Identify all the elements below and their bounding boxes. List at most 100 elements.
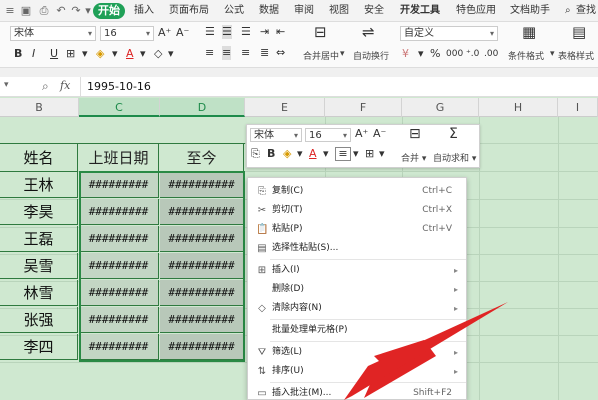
column-header-h[interactable]: H — [479, 98, 558, 117]
justify-icon[interactable]: ≣ — [260, 46, 269, 60]
shrink-font-icon[interactable]: A⁻ — [176, 26, 189, 40]
decrease-decimal-icon[interactable]: .00 — [484, 47, 498, 61]
font-color-dropdown-icon[interactable]: ▾ — [140, 47, 146, 61]
border-dropdown-icon[interactable]: ▾ — [82, 47, 88, 61]
menu-item-delete[interactable]: 删除(D) ▸ — [248, 280, 466, 299]
merge-dropdown-icon[interactable]: ▾ — [340, 49, 345, 59]
column-header-e[interactable]: E — [245, 98, 325, 117]
tab-page-layout[interactable]: 页面布局 — [169, 4, 209, 18]
date-cell[interactable]: ######### — [79, 280, 159, 306]
align-center-icon[interactable]: ≡ — [222, 46, 232, 60]
mini-shrink-font-icon[interactable]: A⁻ — [373, 127, 386, 141]
cond-format-dropdown-icon[interactable]: ▾ — [550, 49, 555, 59]
bold-icon[interactable]: B — [14, 47, 22, 61]
mini-autosum-button[interactable]: 自动求和 ▾ — [433, 151, 476, 164]
outdent-icon[interactable]: ⇤ — [276, 25, 285, 39]
mini-align-dropdown-icon[interactable]: ▾ — [353, 147, 359, 161]
tab-data[interactable]: 数据 — [259, 4, 279, 18]
font-name-select[interactable]: 宋体 ▾ — [10, 26, 96, 41]
clear-dropdown-icon[interactable]: ▾ — [168, 47, 174, 61]
zoom-icon[interactable]: ⌕ — [42, 79, 49, 94]
name-box-dropdown-icon[interactable]: ▾ — [4, 80, 9, 90]
date-cell[interactable]: ######### — [79, 172, 159, 198]
mini-font-size-select[interactable]: 16 ▾ — [305, 128, 351, 142]
mini-fill-color-icon[interactable]: ◈ — [283, 147, 291, 161]
mini-merge-icon[interactable]: ⊟ — [409, 127, 421, 141]
fill-color-icon[interactable]: ◈ — [96, 47, 104, 61]
mini-merge-button[interactable]: 合并 ▾ — [401, 151, 426, 164]
align-middle-icon[interactable]: ☰ — [222, 25, 232, 39]
mini-autosum-icon[interactable]: Σ — [449, 127, 458, 141]
thousands-icon[interactable]: 000 — [446, 47, 463, 61]
align-top-icon[interactable]: ☰ — [205, 25, 215, 39]
formula-input[interactable]: 1995-10-16 — [87, 80, 151, 93]
date-cell[interactable]: ######### — [79, 253, 159, 279]
wrap-text-icon[interactable]: ⇌ — [362, 25, 375, 40]
mini-format-painter-icon[interactable]: ⎘ — [251, 147, 260, 161]
mini-font-color-icon[interactable]: A — [309, 147, 317, 161]
mini-border-icon[interactable]: ⊞ — [365, 147, 374, 161]
name-cell[interactable]: 林雪 — [0, 280, 78, 306]
menu-item-paste-special[interactable]: ▤ 选择性粘贴(S)... — [248, 239, 466, 258]
align-bottom-icon[interactable]: ☰ — [241, 25, 251, 39]
date-cell[interactable]: ######### — [79, 199, 159, 225]
table-style-icon[interactable]: ▤ — [572, 25, 586, 40]
mini-grow-font-icon[interactable]: A⁺ — [355, 127, 368, 141]
header-name[interactable]: 姓名 — [0, 144, 78, 172]
tab-doc-assistant[interactable]: 文档助手 — [510, 4, 550, 18]
underline-icon[interactable]: U — [50, 47, 58, 61]
name-cell[interactable]: 王磊 — [0, 226, 78, 252]
name-cell[interactable]: 张强 — [0, 307, 78, 333]
table-style-button[interactable]: 表格样式 — [558, 49, 594, 62]
duration-cell[interactable]: ########## — [160, 280, 244, 306]
menu-item-copy[interactable]: ⎘ 复制(C) Ctrl+C — [248, 182, 466, 201]
redo-icon[interactable]: ↷ — [70, 5, 82, 17]
mini-font-color-dropdown-icon[interactable]: ▾ — [323, 147, 329, 161]
duration-cell[interactable]: ########## — [160, 334, 244, 360]
date-cell[interactable]: ######### — [79, 334, 159, 360]
undo-icon[interactable]: ↶ — [55, 5, 67, 17]
search-label[interactable]: 查找 — [576, 4, 596, 18]
distribute-icon[interactable]: ⇔ — [276, 46, 285, 60]
date-cell[interactable]: ######### — [79, 307, 159, 333]
column-header-i[interactable]: I — [558, 98, 598, 117]
mini-align-icon[interactable]: ≡ — [335, 147, 351, 161]
mini-fill-dropdown-icon[interactable]: ▾ — [297, 147, 303, 161]
currency-icon[interactable]: ¥ — [402, 47, 409, 61]
column-header-f[interactable]: F — [325, 98, 402, 117]
tab-security[interactable]: 安全 — [364, 4, 384, 18]
name-cell[interactable]: 吴雪 — [0, 253, 78, 279]
align-left-icon[interactable]: ≡ — [205, 46, 214, 60]
save-icon[interactable]: ▣ — [20, 5, 32, 17]
fx-icon[interactable]: fx — [60, 79, 70, 92]
column-header-c[interactable]: C — [79, 98, 160, 117]
font-size-select[interactable]: 16 ▾ — [100, 26, 154, 41]
search-icon[interactable]: ⌕ — [565, 4, 571, 18]
border-icon[interactable]: ⊞ — [66, 47, 75, 61]
name-cell[interactable]: 王林 — [0, 172, 78, 198]
menu-item-insert[interactable]: ⊞ 插入(I) ▸ — [248, 261, 466, 280]
conditional-format-button[interactable]: 条件格式 — [508, 49, 544, 62]
tab-review[interactable]: 审阅 — [294, 4, 314, 18]
tab-insert[interactable]: 插入 — [134, 4, 154, 18]
currency-dropdown-icon[interactable]: ▾ — [418, 47, 424, 61]
duration-cell[interactable]: ########## — [160, 199, 244, 225]
name-cell[interactable]: 李昊 — [0, 199, 78, 225]
duration-cell[interactable]: ########## — [160, 172, 244, 198]
name-cell[interactable]: 李四 — [0, 334, 78, 360]
number-format-select[interactable]: 自定义 ▾ — [400, 26, 498, 41]
wrap-text-button[interactable]: 自动换行 — [353, 49, 389, 62]
align-right-icon[interactable]: ≡ — [241, 46, 250, 60]
mini-font-name-select[interactable]: 宋体 ▾ — [250, 128, 302, 142]
menu-item-paste[interactable]: 📋 粘贴(P) Ctrl+V — [248, 220, 466, 239]
menu-item-cut[interactable]: ✂ 剪切(T) Ctrl+X — [248, 201, 466, 220]
font-color-icon[interactable]: A — [126, 47, 134, 61]
italic-icon[interactable]: I — [32, 47, 35, 61]
fill-dropdown-icon[interactable]: ▾ — [112, 47, 118, 61]
header-until-now[interactable]: 至今 — [160, 144, 244, 172]
merge-center-icon[interactable]: ⊟ — [314, 25, 327, 40]
column-header-b[interactable]: B — [0, 98, 79, 117]
column-header-d[interactable]: D — [160, 98, 245, 117]
conditional-format-icon[interactable]: ▦ — [522, 25, 536, 40]
mini-border-dropdown-icon[interactable]: ▾ — [379, 147, 385, 161]
